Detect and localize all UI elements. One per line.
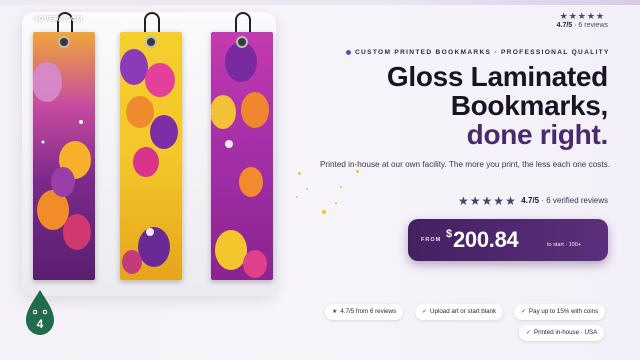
- check-icon: ✓: [521, 309, 527, 315]
- bookmark-image-1: [33, 32, 95, 280]
- sparkle-dot: [298, 172, 301, 175]
- top-strip: [0, 0, 640, 5]
- price-amount: 200.84: [453, 227, 519, 252]
- rating-stars-icon: ★★★★★: [559, 11, 605, 21]
- bookmark-hole: [58, 36, 70, 48]
- eyebrow-text: CUSTOM PRINTED BOOKMARKS · PROFESSIONAL …: [355, 49, 610, 56]
- price-currency: $: [446, 228, 453, 240]
- check-icon: ✓: [526, 330, 532, 336]
- price-from-label: FROM: [421, 237, 442, 243]
- bookmark-image-2: [120, 32, 182, 280]
- title-line-2: Bookmarks,: [450, 90, 609, 121]
- price-cta-button[interactable]: FROM $ 200.84 to start · 100+: [408, 219, 608, 261]
- chip-label: Upload art or start blank: [430, 308, 497, 315]
- brand-logo[interactable]: 4OVER4.COM: [34, 16, 83, 23]
- chip-coins[interactable]: ✓ Pay up to 15% with coins: [514, 304, 606, 320]
- eyebrow-label: CUSTOM PRINTED BOOKMARKS · PROFESSIONAL …: [346, 49, 610, 56]
- bookmark-hole: [236, 36, 248, 48]
- reviews-summary[interactable]: ★★★★★ 4.7/5 · 6 verified reviews: [458, 194, 608, 208]
- star-icon: ★: [332, 309, 338, 315]
- chip-label: 4.7/5 from 6 reviews: [340, 308, 397, 315]
- chip-rating[interactable]: ★ 4.7/5 from 6 reviews: [325, 304, 404, 320]
- check-icon: ✓: [422, 309, 428, 315]
- top-rating[interactable]: ★★★★★ 4.7/5 · 6 reviews: [557, 11, 608, 29]
- sparkle-dot: [340, 186, 342, 188]
- review-count: · 6 verified reviews: [541, 196, 608, 206]
- top-rating-score: 4.7/5: [556, 22, 573, 29]
- price-tail: to start · 100+: [547, 242, 582, 248]
- chip-upload[interactable]: ✓ Upload art or start blank: [415, 304, 504, 320]
- review-stars-icon: ★★★★★: [458, 194, 517, 208]
- page-title: Gloss Laminated Bookmarks, done right.: [387, 62, 608, 149]
- review-score: 4.7/5: [521, 196, 540, 206]
- chip-printed[interactable]: ✓ Printed in-house · USA: [519, 325, 605, 341]
- title-line-3: done right.: [466, 119, 609, 150]
- title-line-1: Gloss Laminated: [386, 61, 608, 92]
- subtitle: Printed in-house at our own facility. Th…: [319, 160, 611, 169]
- sparkle-dot: [306, 188, 308, 190]
- chip-label: Printed in-house · USA: [534, 329, 598, 336]
- sparkle-dot: [322, 210, 326, 214]
- bookmark-image-3: [211, 32, 273, 280]
- sparkle-dot: [296, 196, 298, 198]
- bookmark-hole: [145, 36, 157, 48]
- chip-label: Pay up to 15% with coins: [529, 308, 599, 315]
- eyebrow-dot-icon: [346, 49, 351, 55]
- top-rating-count: · 6 reviews: [574, 22, 608, 29]
- mascot-label: 4: [37, 317, 44, 331]
- mascot-icon[interactable]: 4: [24, 288, 56, 336]
- sparkle-dot: [335, 202, 337, 204]
